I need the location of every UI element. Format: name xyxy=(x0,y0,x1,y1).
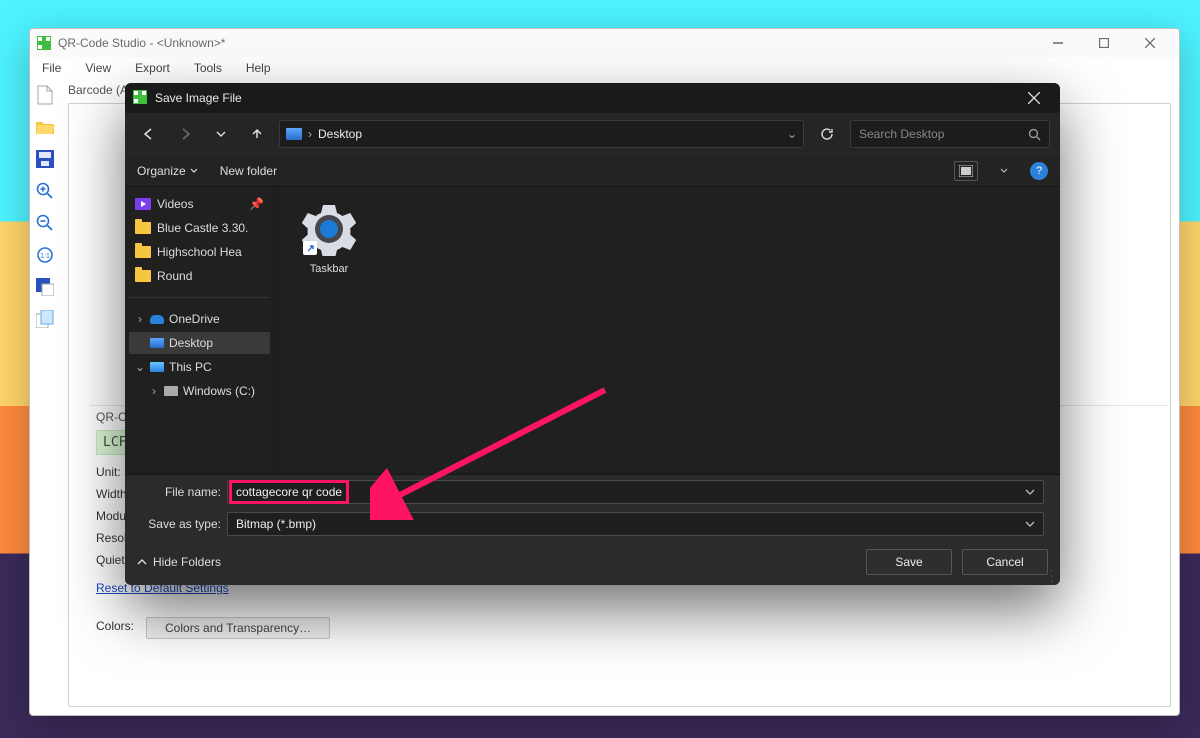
close-button[interactable] xyxy=(1127,29,1173,57)
search-placeholder: Search Desktop xyxy=(859,127,944,141)
saveastype-label: Save as type: xyxy=(141,517,221,531)
svg-text:1:1: 1:1 xyxy=(40,253,50,260)
open-folder-icon[interactable] xyxy=(33,115,57,139)
saveastype-dropdown-icon[interactable] xyxy=(1025,519,1035,529)
folder-icon xyxy=(135,222,151,234)
dialog-close-button[interactable] xyxy=(1016,83,1052,113)
drive-icon xyxy=(164,386,178,396)
copy-image-icon[interactable] xyxy=(33,307,57,331)
sidebar-item-folder-0[interactable]: Blue Castle 3.30. xyxy=(129,217,270,239)
shortcut-arrow-icon xyxy=(303,241,317,255)
help-button[interactable]: ? xyxy=(1030,162,1048,180)
colors-transparency-button[interactable]: Colors and Transparency… xyxy=(146,617,330,639)
search-icon xyxy=(1028,128,1041,141)
menu-file[interactable]: File xyxy=(38,59,65,77)
app-icon xyxy=(36,35,52,51)
parent-menubar: File View Export Tools Help xyxy=(30,57,1179,79)
onedrive-icon xyxy=(150,315,164,324)
sidebar-item-drive-c[interactable]: ›Windows (C:) xyxy=(129,380,270,402)
zoom-out-icon[interactable] xyxy=(33,211,57,235)
breadcrumb-sep-icon: › xyxy=(308,127,312,141)
zoom-actual-icon[interactable]: 1:1 xyxy=(33,243,57,267)
save-image-icon[interactable] xyxy=(33,275,57,299)
desktop-root-icon xyxy=(286,128,302,140)
settings-gear-icon xyxy=(301,201,357,257)
view-dropdown-icon[interactable] xyxy=(1000,167,1008,175)
dialog-sidebar: Videos 📌 Blue Castle 3.30. Highschool He… xyxy=(125,187,275,474)
label-colors: Colors: xyxy=(96,619,134,633)
address-dropdown-icon[interactable]: ⌄ xyxy=(787,127,797,141)
filename-label: File name: xyxy=(141,485,221,499)
saveastype-select[interactable]: Bitmap (*.bmp) xyxy=(227,512,1044,536)
new-doc-icon[interactable] xyxy=(33,83,57,107)
menu-help[interactable]: Help xyxy=(242,59,275,77)
sidebar-item-onedrive[interactable]: ›OneDrive xyxy=(129,308,270,330)
view-mode-button[interactable] xyxy=(954,161,978,181)
minimize-button[interactable] xyxy=(1035,29,1081,57)
nav-recent-button[interactable] xyxy=(207,120,235,148)
sidebar-item-videos[interactable]: Videos 📌 xyxy=(129,193,270,215)
sidebar-item-desktop[interactable]: Desktop xyxy=(129,332,270,354)
vertical-toolbar: 1:1 xyxy=(30,79,60,715)
filename-value: cottagecore qr code xyxy=(232,483,346,501)
dialog-navrow: › Desktop ⌄ Search Desktop xyxy=(125,113,1060,155)
organize-menu[interactable]: Organize xyxy=(137,164,198,178)
maximize-button[interactable] xyxy=(1081,29,1127,57)
save-image-dialog: Save Image File › Desktop ⌄ Search Deskt… xyxy=(125,83,1060,585)
dialog-bottom: File name: cottagecore qr code Save as t… xyxy=(125,474,1060,585)
hide-folders-button[interactable]: Hide Folders xyxy=(137,555,221,569)
sidebar-item-folder-1[interactable]: Highschool Hea xyxy=(129,241,270,263)
pin-icon: 📌 xyxy=(249,197,264,211)
search-input[interactable]: Search Desktop xyxy=(850,120,1050,148)
breadcrumb-desktop[interactable]: Desktop xyxy=(318,127,362,141)
file-item-taskbar[interactable]: Taskbar xyxy=(289,201,369,275)
zoom-in-icon[interactable] xyxy=(33,179,57,203)
sidebar-item-thispc[interactable]: ⌄This PC xyxy=(129,356,270,378)
address-bar[interactable]: › Desktop ⌄ xyxy=(279,120,804,148)
videos-icon xyxy=(135,198,151,210)
dialog-app-icon xyxy=(133,90,149,106)
dialog-titlebar: Save Image File xyxy=(125,83,1060,113)
new-folder-button[interactable]: New folder xyxy=(220,164,277,178)
files-pane[interactable]: Taskbar xyxy=(275,187,1060,474)
save-button[interactable]: Save xyxy=(866,549,952,575)
nav-up-button[interactable] xyxy=(243,120,271,148)
dialog-title: Save Image File xyxy=(155,91,242,105)
dialog-toolbar: Organize New folder ? xyxy=(125,155,1060,187)
parent-title: QR-Code Studio - <Unknown>* xyxy=(58,36,225,50)
chevron-up-icon xyxy=(137,557,147,567)
folder-icon xyxy=(135,270,151,282)
sidebar-item-folder-2[interactable]: Round xyxy=(129,265,270,287)
saveastype-value: Bitmap (*.bmp) xyxy=(236,517,316,531)
desktop-icon xyxy=(150,338,164,348)
nav-forward-button[interactable] xyxy=(171,120,199,148)
thispc-icon xyxy=(150,362,164,372)
parent-titlebar: QR-Code Studio - <Unknown>* xyxy=(30,29,1179,57)
cancel-button[interactable]: Cancel xyxy=(962,549,1048,575)
filename-input[interactable]: cottagecore qr code xyxy=(227,480,1044,504)
folder-icon xyxy=(135,246,151,258)
file-item-label: Taskbar xyxy=(310,263,349,275)
filename-dropdown-icon[interactable] xyxy=(1025,487,1035,497)
menu-export[interactable]: Export xyxy=(131,59,174,77)
save-floppy-icon[interactable] xyxy=(33,147,57,171)
menu-view[interactable]: View xyxy=(81,59,115,77)
refresh-button[interactable] xyxy=(812,120,842,148)
menu-tools[interactable]: Tools xyxy=(190,59,226,77)
nav-back-button[interactable] xyxy=(135,120,163,148)
